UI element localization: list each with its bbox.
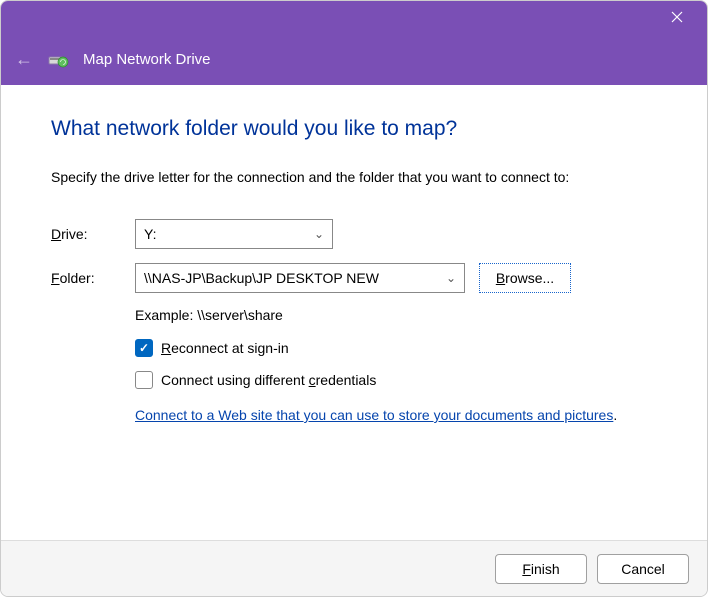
footer-bar: Finish Cancel bbox=[1, 540, 707, 596]
folder-value: \\NAS-JP\Backup\JP DESKTOP NEW bbox=[144, 270, 446, 286]
header-title: Map Network Drive bbox=[83, 51, 211, 68]
credentials-label: Connect using different credentials bbox=[161, 372, 376, 388]
chevron-down-icon: ⌄ bbox=[446, 271, 456, 285]
drive-label: Drive: bbox=[51, 226, 135, 242]
folder-row: Folder: \\NAS-JP\Backup\JP DESKTOP NEW ⌄… bbox=[51, 263, 657, 293]
page-subhead: Specify the drive letter for the connect… bbox=[51, 169, 657, 185]
drive-row: Drive: Y: ⌄ bbox=[51, 219, 657, 249]
network-drive-icon bbox=[47, 48, 69, 70]
chevron-down-icon: ⌄ bbox=[314, 227, 324, 241]
connect-website-link[interactable]: Connect to a Web site that you can use t… bbox=[135, 407, 613, 423]
page-heading: What network folder would you like to ma… bbox=[51, 117, 657, 141]
finish-button[interactable]: Finish bbox=[495, 554, 587, 584]
content-area: What network folder would you like to ma… bbox=[1, 85, 707, 540]
reconnect-checkbox[interactable]: ✓ bbox=[135, 339, 153, 357]
header-bar: ← Map Network Drive bbox=[1, 33, 707, 85]
example-text: Example: \\server\share bbox=[135, 307, 657, 323]
map-network-drive-dialog: ← Map Network Drive What network folder … bbox=[0, 0, 708, 597]
browse-button[interactable]: Browse... bbox=[479, 263, 571, 293]
web-link-row: Connect to a Web site that you can use t… bbox=[135, 407, 657, 423]
credentials-row: Connect using different credentials bbox=[135, 371, 657, 389]
reconnect-row: ✓ Reconnect at sign-in bbox=[135, 339, 657, 357]
drive-combobox[interactable]: Y: ⌄ bbox=[135, 219, 333, 249]
close-button[interactable] bbox=[655, 1, 699, 33]
drive-value: Y: bbox=[144, 226, 156, 242]
cancel-button[interactable]: Cancel bbox=[597, 554, 689, 584]
close-icon bbox=[671, 11, 683, 23]
folder-combobox[interactable]: \\NAS-JP\Backup\JP DESKTOP NEW ⌄ bbox=[135, 263, 465, 293]
credentials-checkbox[interactable] bbox=[135, 371, 153, 389]
reconnect-label: Reconnect at sign-in bbox=[161, 340, 289, 356]
titlebar bbox=[1, 1, 707, 33]
back-arrow-icon[interactable]: ← bbox=[15, 49, 33, 70]
folder-label: Folder: bbox=[51, 270, 135, 286]
